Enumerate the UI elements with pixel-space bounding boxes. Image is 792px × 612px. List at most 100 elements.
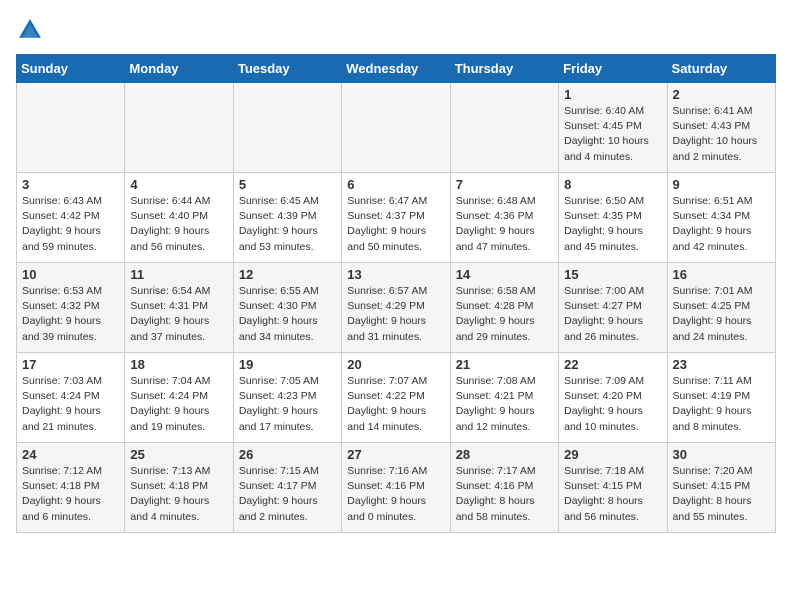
calendar-cell: 14Sunrise: 6:58 AMSunset: 4:28 PMDayligh… (450, 263, 558, 353)
calendar-cell: 24Sunrise: 7:12 AMSunset: 4:18 PMDayligh… (17, 443, 125, 533)
day-info: Sunrise: 6:44 AMSunset: 4:40 PMDaylight:… (130, 194, 227, 255)
day-number: 17 (22, 357, 119, 372)
day-info: Sunrise: 7:16 AMSunset: 4:16 PMDaylight:… (347, 464, 444, 525)
day-number: 5 (239, 177, 336, 192)
calendar-cell: 16 Sunrise: 7:01 AMSunset: 4:25 PMDayligh… (667, 263, 775, 353)
logo-icon (16, 16, 44, 44)
day-info: Sunrise: 7:03 AMSunset: 4:24 PMDaylight:… (22, 374, 119, 435)
calendar-cell (450, 83, 558, 173)
calendar-cell: 18 Sunrise: 7:04 AMSunset: 4:24 PMDayligh… (125, 353, 233, 443)
logo (16, 16, 48, 44)
calendar-cell: 30 Sunrise: 7:20 AMSunset: 4:15 PMDayligh… (667, 443, 775, 533)
calendar-cell: 2 Sunrise: 6:41 AMSunset: 4:43 PMDaylight… (667, 83, 775, 173)
day-number: 9 (673, 177, 770, 192)
day-info: Sunrise: 6:54 AMSunset: 4:31 PMDaylight:… (130, 284, 227, 345)
calendar-cell: 6 Sunrise: 6:47 AMSunset: 4:37 PMDaylight… (342, 173, 450, 263)
day-info: Sunrise: 6:58 AMSunset: 4:28 PMDaylight:… (456, 284, 553, 345)
day-number: 27 (347, 447, 444, 462)
day-number: 19 (239, 357, 336, 372)
calendar-cell: 4 Sunrise: 6:44 AMSunset: 4:40 PMDaylight… (125, 173, 233, 263)
calendar-cell: 12 Sunrise: 6:55 AMSunset: 4:30 PMDayligh… (233, 263, 341, 353)
header-saturday: Saturday (667, 55, 775, 83)
header-friday: Friday (559, 55, 667, 83)
day-info: Sunrise: 7:18 AMSunset: 4:15 PMDaylight:… (564, 464, 661, 525)
day-info: Sunrise: 7:15 AMSunset: 4:17 PMDaylight:… (239, 464, 336, 525)
day-info: Sunrise: 6:45 AMSunset: 4:39 PMDaylight:… (239, 194, 336, 255)
day-info: Sunrise: 6:48 AMSunset: 4:36 PMDaylight:… (456, 194, 553, 255)
calendar-cell: 28 Sunrise: 7:17 AMSunset: 4:16 PMDayligh… (450, 443, 558, 533)
day-number: 18 (130, 357, 227, 372)
calendar-cell: 3 Sunrise: 6:43 AMSunset: 4:42 PMDaylight… (17, 173, 125, 263)
day-info: Sunrise: 7:01 AMSunset: 4:25 PMDaylight:… (673, 284, 770, 345)
calendar-header-row: SundayMondayTuesdayWednesdayThursdayFrid… (17, 55, 776, 83)
calendar-cell (17, 83, 125, 173)
calendar-cell (233, 83, 341, 173)
day-number: 24 (22, 447, 119, 462)
header-wednesday: Wednesday (342, 55, 450, 83)
day-number: 13 (347, 267, 444, 282)
day-info: Sunrise: 7:20 AMSunset: 4:15 PMDaylight:… (673, 464, 770, 525)
header-tuesday: Tuesday (233, 55, 341, 83)
day-info: Sunrise: 7:04 AMSunset: 4:24 PMDaylight:… (130, 374, 227, 435)
day-info: Sunrise: 7:17 AMSunset: 4:16 PMDaylight:… (456, 464, 553, 525)
calendar-cell: 11 Sunrise: 6:54 AMSunset: 4:31 PMDayligh… (125, 263, 233, 353)
day-number: 6 (347, 177, 444, 192)
day-info: Sunrise: 7:11 AMSunset: 4:19 PMDaylight:… (673, 374, 770, 435)
day-number: 28 (456, 447, 553, 462)
calendar-cell (125, 83, 233, 173)
day-number: 29 (564, 447, 661, 462)
day-number: 3 (22, 177, 119, 192)
day-info: Sunrise: 7:05 AMSunset: 4:23 PMDaylight:… (239, 374, 336, 435)
calendar-cell (342, 83, 450, 173)
day-info: Sunrise: 6:47 AMSunset: 4:37 PMDaylight:… (347, 194, 444, 255)
calendar-cell: 5 Sunrise: 6:45 AMSunset: 4:39 PMDaylight… (233, 173, 341, 263)
calendar-cell: 15 Sunrise: 7:00 AMSunset: 4:27 PMDayligh… (559, 263, 667, 353)
calendar-cell: 8 Sunrise: 6:50 AMSunset: 4:35 PMDaylight… (559, 173, 667, 263)
day-number: 12 (239, 267, 336, 282)
calendar-cell: 23 Sunrise: 7:11 AMSunset: 4:19 PMDayligh… (667, 353, 775, 443)
day-number: 16 (673, 267, 770, 282)
day-number: 10 (22, 267, 119, 282)
day-number: 23 (673, 357, 770, 372)
day-info: Sunrise: 6:41 AMSunset: 4:43 PMDaylight:… (673, 104, 770, 165)
day-number: 15 (564, 267, 661, 282)
calendar-cell: 29 Sunrise: 7:18 AMSunset: 4:15 PMDayligh… (559, 443, 667, 533)
calendar-cell: 13Sunrise: 6:57 AMSunset: 4:29 PMDayligh… (342, 263, 450, 353)
calendar-cell: 20 Sunrise: 7:07 AMSunset: 4:22 PMDayligh… (342, 353, 450, 443)
day-info: Sunrise: 6:55 AMSunset: 4:30 PMDaylight:… (239, 284, 336, 345)
day-number: 1 (564, 87, 661, 102)
day-info: Sunrise: 6:40 AMSunset: 4:45 PMDaylight:… (564, 104, 661, 165)
week-row-5: 24Sunrise: 7:12 AMSunset: 4:18 PMDayligh… (17, 443, 776, 533)
header-thursday: Thursday (450, 55, 558, 83)
day-number: 20 (347, 357, 444, 372)
day-number: 4 (130, 177, 227, 192)
day-number: 11 (130, 267, 227, 282)
week-row-1: 1 Sunrise: 6:40 AMSunset: 4:45 PMDaylight… (17, 83, 776, 173)
calendar-cell: 1 Sunrise: 6:40 AMSunset: 4:45 PMDaylight… (559, 83, 667, 173)
day-info: Sunrise: 7:00 AMSunset: 4:27 PMDaylight:… (564, 284, 661, 345)
day-info: Sunrise: 6:51 AMSunset: 4:34 PMDaylight:… (673, 194, 770, 255)
calendar-cell: 17 Sunrise: 7:03 AMSunset: 4:24 PMDayligh… (17, 353, 125, 443)
day-number: 25 (130, 447, 227, 462)
calendar-table: SundayMondayTuesdayWednesdayThursdayFrid… (16, 54, 776, 533)
page-header (16, 16, 776, 44)
header-sunday: Sunday (17, 55, 125, 83)
week-row-3: 10Sunrise: 6:53 AMSunset: 4:32 PMDayligh… (17, 263, 776, 353)
calendar-cell: 26 Sunrise: 7:15 AMSunset: 4:17 PMDayligh… (233, 443, 341, 533)
day-number: 21 (456, 357, 553, 372)
day-number: 26 (239, 447, 336, 462)
day-number: 8 (564, 177, 661, 192)
calendar-cell: 22Sunrise: 7:09 AMSunset: 4:20 PMDayligh… (559, 353, 667, 443)
day-number: 2 (673, 87, 770, 102)
calendar-cell: 25 Sunrise: 7:13 AMSunset: 4:18 PMDayligh… (125, 443, 233, 533)
day-info: Sunrise: 6:43 AMSunset: 4:42 PMDaylight:… (22, 194, 119, 255)
day-number: 22 (564, 357, 661, 372)
calendar-cell: 19 Sunrise: 7:05 AMSunset: 4:23 PMDayligh… (233, 353, 341, 443)
calendar-cell: 10Sunrise: 6:53 AMSunset: 4:32 PMDayligh… (17, 263, 125, 353)
day-info: Sunrise: 7:07 AMSunset: 4:22 PMDaylight:… (347, 374, 444, 435)
day-info: Sunrise: 7:08 AMSunset: 4:21 PMDaylight:… (456, 374, 553, 435)
calendar-cell: 21 Sunrise: 7:08 AMSunset: 4:21 PMDayligh… (450, 353, 558, 443)
day-info: Sunrise: 6:50 AMSunset: 4:35 PMDaylight:… (564, 194, 661, 255)
day-number: 30 (673, 447, 770, 462)
day-info: Sunrise: 7:13 AMSunset: 4:18 PMDaylight:… (130, 464, 227, 525)
